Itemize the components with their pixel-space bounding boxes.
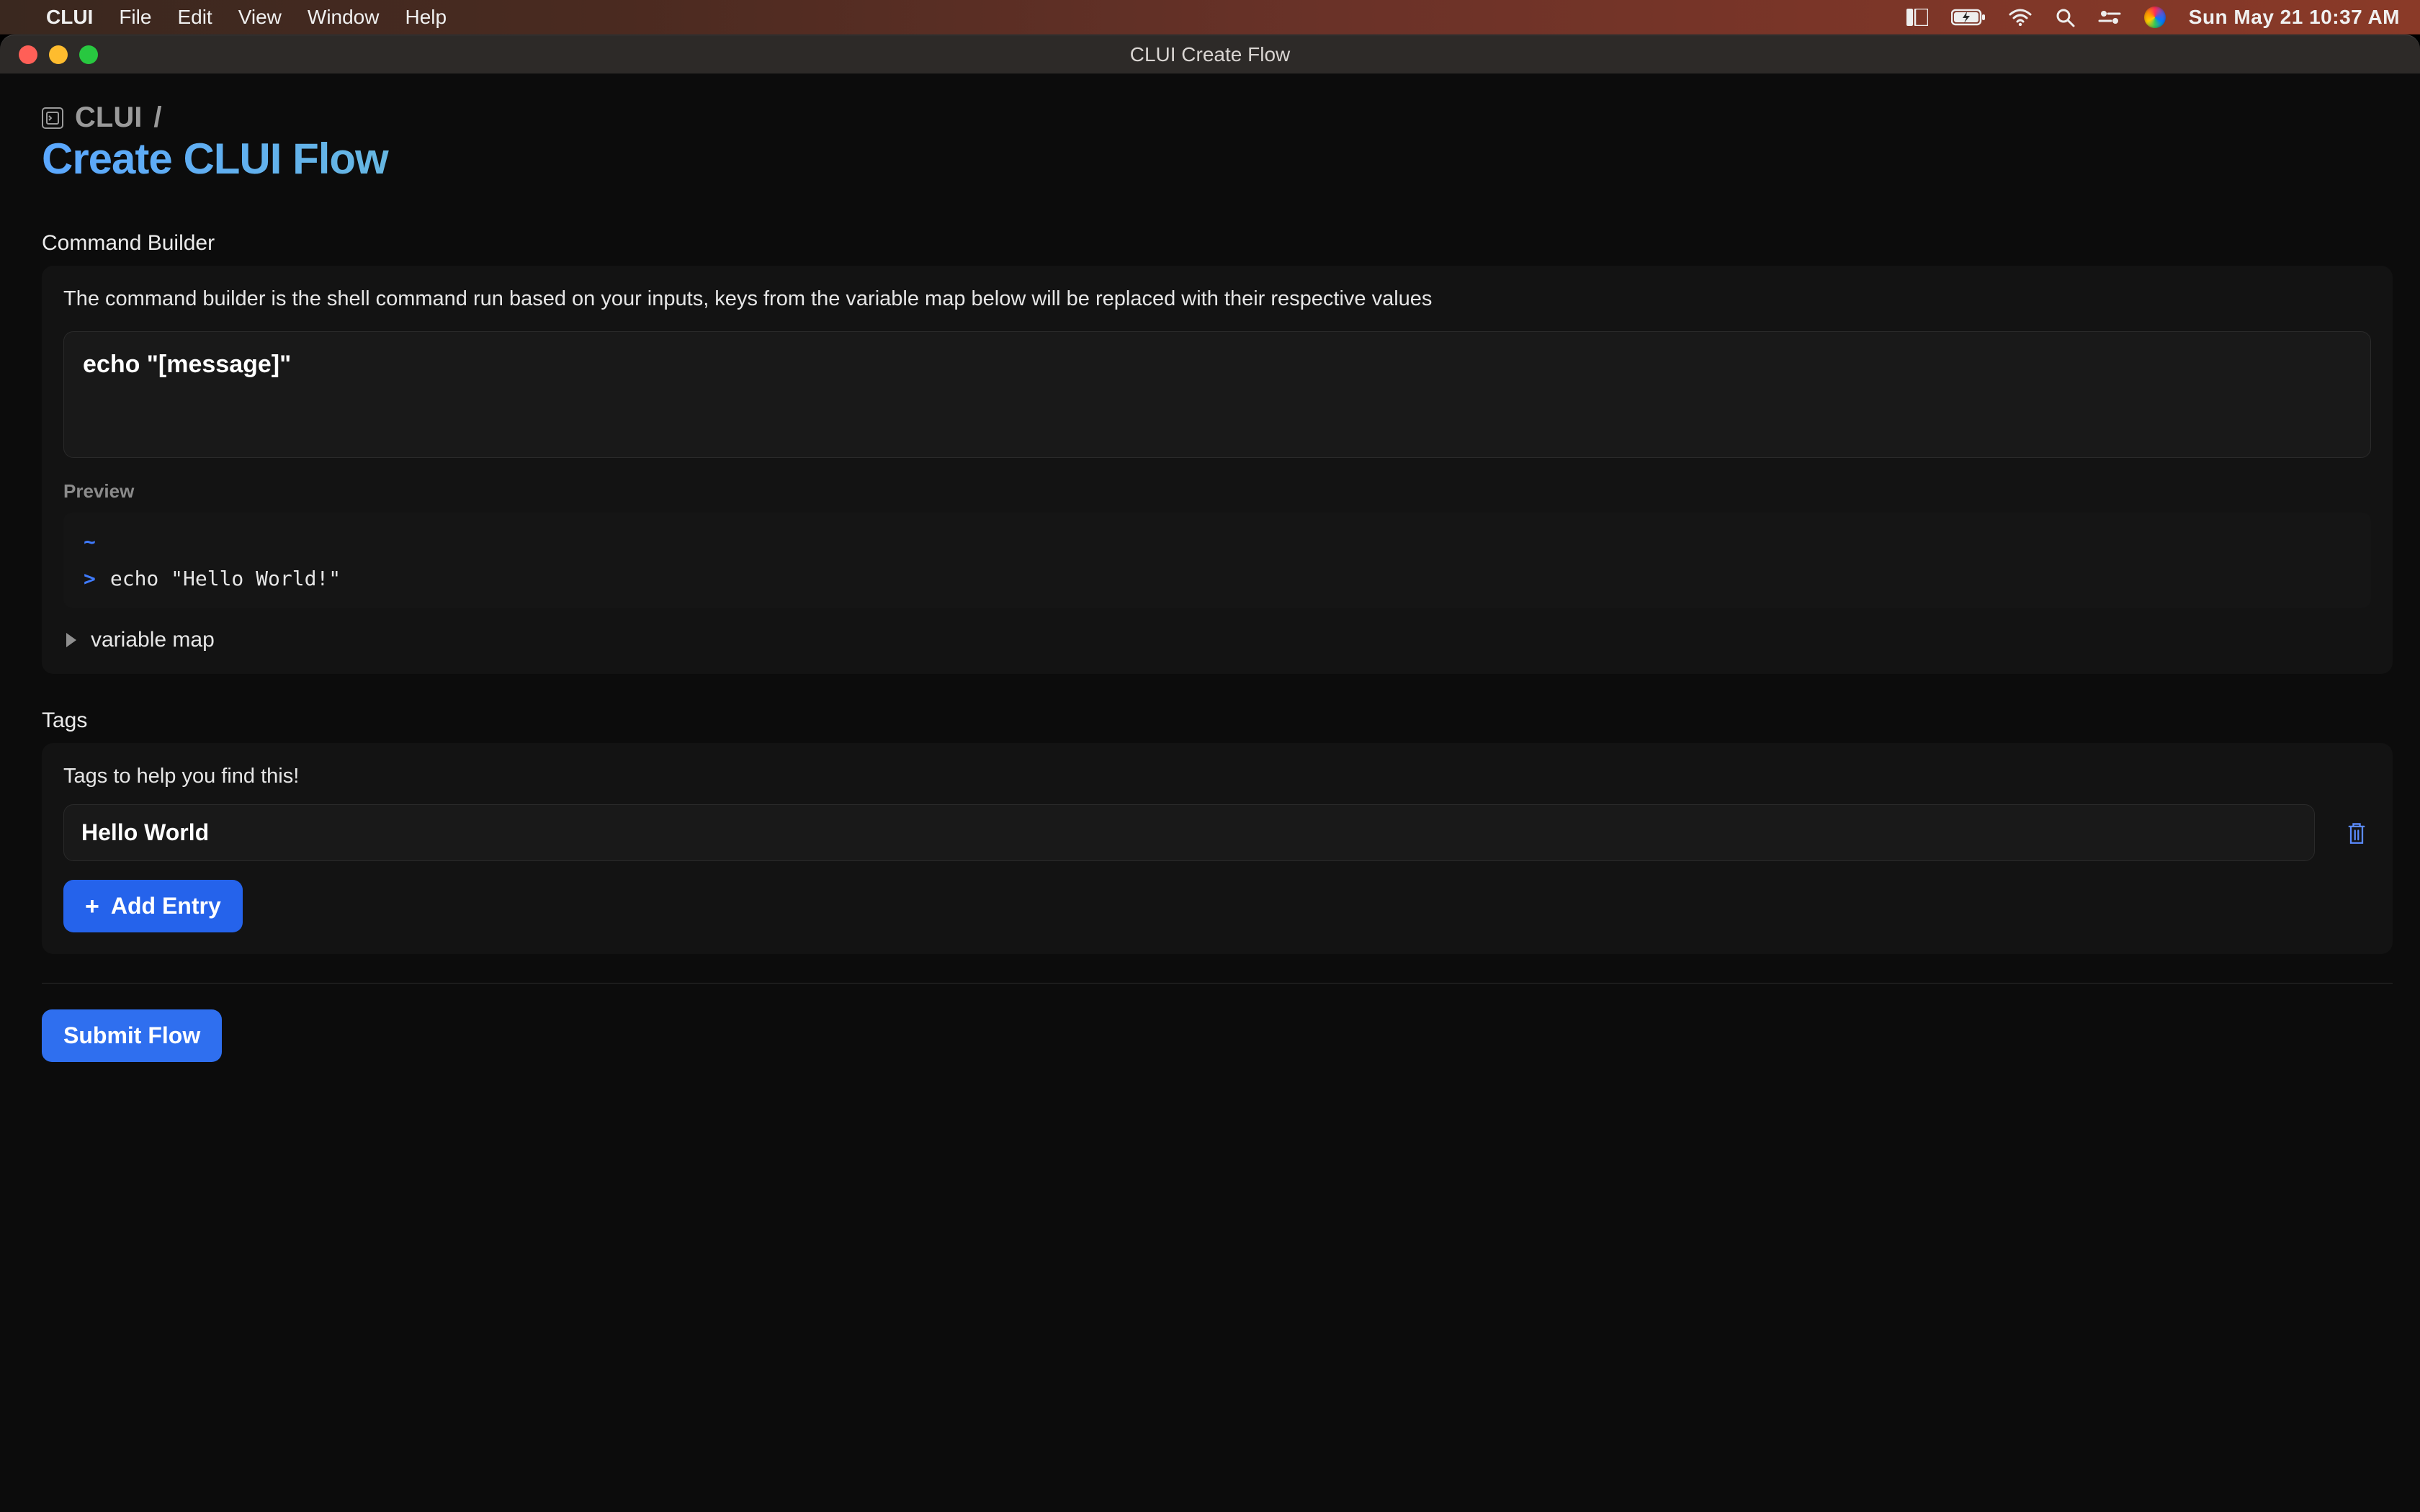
plus-icon: + — [85, 894, 99, 919]
submit-flow-button[interactable]: Submit Flow — [42, 1009, 222, 1062]
spotlight-search-icon[interactable] — [2055, 7, 2075, 27]
delete-tag-button[interactable] — [2342, 819, 2371, 847]
stage-manager-icon[interactable] — [1906, 9, 1928, 26]
breadcrumb-app-icon — [42, 107, 63, 129]
breadcrumb-root[interactable]: CLUI — [75, 102, 142, 134]
menu-view[interactable]: View — [238, 6, 282, 29]
add-entry-button[interactable]: + Add Entry — [63, 880, 243, 932]
preview-prompt: > — [84, 567, 96, 590]
command-builder-input[interactable] — [63, 331, 2371, 458]
siri-icon[interactable] — [2144, 6, 2166, 28]
traffic-lights — [19, 45, 98, 64]
command-builder-label: Command Builder — [42, 231, 2393, 256]
menubar-clock[interactable]: Sun May 21 10:37 AM — [2189, 6, 2400, 29]
tag-input[interactable] — [63, 804, 2315, 861]
window-close-button[interactable] — [19, 45, 37, 64]
tag-row — [63, 804, 2371, 861]
preview-box: ~ > echo "Hello World!" — [63, 513, 2371, 608]
wifi-icon[interactable] — [2009, 9, 2032, 26]
tags-label: Tags — [42, 708, 2393, 733]
menubar-right: Sun May 21 10:37 AM — [1906, 6, 2400, 29]
page-title: Create CLUI Flow — [42, 134, 2393, 184]
window-maximize-button[interactable] — [79, 45, 98, 64]
battery-icon[interactable] — [1951, 9, 1986, 26]
preview-cwd: ~ — [84, 530, 2351, 554]
menubar-app-name[interactable]: CLUI — [46, 6, 93, 29]
submit-flow-label: Submit Flow — [63, 1022, 200, 1049]
preview-label: Preview — [63, 480, 2371, 503]
trash-icon — [2347, 822, 2367, 845]
menubar-left: CLUI File Edit View Window Help — [20, 6, 447, 29]
window-titlebar: CLUI Create Flow — [0, 35, 2420, 74]
preview-command: echo "Hello World!" — [110, 567, 341, 590]
macos-menubar: CLUI File Edit View Window Help Sun May … — [0, 0, 2420, 35]
breadcrumb-separator: / — [153, 102, 161, 134]
tags-description: Tags to help you find this! — [63, 765, 2371, 788]
chevron-right-icon — [66, 633, 76, 647]
variable-map-label: variable map — [91, 628, 215, 652]
divider — [42, 983, 2393, 984]
tags-panel: Tags to help you find this! + Add Entry — [42, 743, 2393, 954]
menu-file[interactable]: File — [119, 6, 151, 29]
control-center-icon[interactable] — [2098, 9, 2121, 26]
menu-edit[interactable]: Edit — [177, 6, 212, 29]
breadcrumb: CLUI / — [42, 102, 2393, 134]
variable-map-toggle[interactable]: variable map — [63, 628, 2371, 652]
menu-help[interactable]: Help — [405, 6, 447, 29]
add-entry-label: Add Entry — [111, 893, 221, 919]
menu-window[interactable]: Window — [308, 6, 380, 29]
command-builder-description: The command builder is the shell command… — [63, 287, 2371, 311]
window-minimize-button[interactable] — [49, 45, 68, 64]
app-content: CLUI / Create CLUI Flow Command Builder … — [0, 74, 2420, 1512]
command-builder-panel: The command builder is the shell command… — [42, 266, 2393, 674]
window-title: CLUI Create Flow — [1130, 43, 1291, 66]
